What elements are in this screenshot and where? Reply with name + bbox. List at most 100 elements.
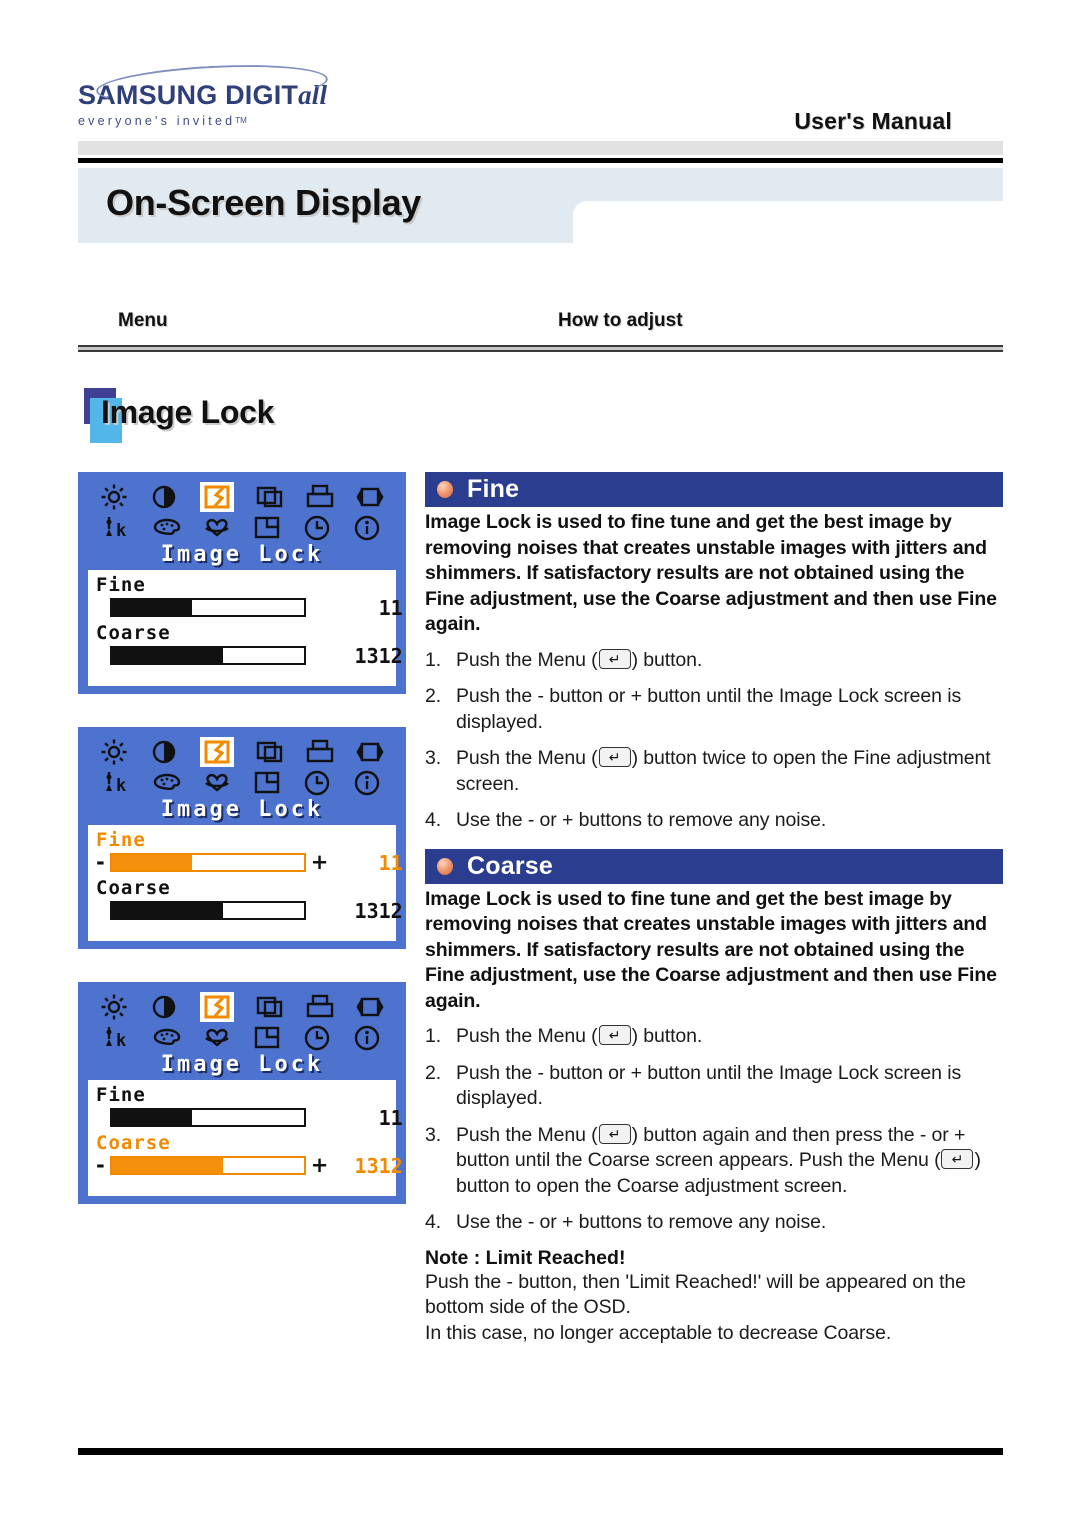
position-icon[interactable]: [256, 738, 284, 766]
osd-screenshot-image-lock-coarse-selected: kImage LockFine-+11Coarse-+1312: [78, 982, 406, 1204]
osd-icon-grid: k: [88, 990, 396, 1053]
step-number: 1.: [425, 648, 442, 671]
osd-timer-icon[interactable]: [303, 1024, 331, 1052]
bullet-sphere-icon: [437, 857, 453, 875]
step-text-b: ) button.: [631, 1025, 703, 1047]
osd-menu-title: Image Lock: [160, 542, 324, 567]
osd-slider-fill: [111, 903, 224, 919]
image-lock-icon[interactable]: [200, 737, 234, 767]
contrast-icon[interactable]: [150, 738, 178, 766]
users-manual-label: User's Manual: [794, 108, 952, 134]
source-icon[interactable]: [356, 483, 384, 511]
section-description-coarse: Image Lock is used to fine tune and get …: [425, 887, 997, 1012]
brightness-icon[interactable]: [100, 483, 128, 511]
bullet-sphere-icon: [437, 481, 453, 498]
section-heading: Coarse: [467, 851, 553, 880]
color-temperature-icon[interactable]: k: [103, 769, 131, 797]
reset-icon[interactable]: [306, 483, 334, 511]
section-header-coarse: Coarse: [425, 848, 1003, 884]
osd-slider-track[interactable]: [109, 853, 306, 873]
osd-row-label: Coarse: [96, 1131, 171, 1154]
step-number: 2.: [425, 1061, 442, 1084]
osd-icon-row-1: [100, 737, 384, 767]
osd-row-label: Fine: [96, 1084, 146, 1106]
osd-slider-line: - +1312: [96, 1155, 403, 1177]
osd-row-coarse[interactable]: Coarse- +1312: [96, 623, 403, 667]
menu-position-icon[interactable]: [253, 514, 281, 542]
image-lock-icon[interactable]: [200, 482, 234, 512]
contrast-icon[interactable]: [150, 483, 178, 511]
step-item: 2. Push the - button or + button until th…: [425, 684, 1003, 735]
osd-plus-button[interactable]: +: [311, 852, 329, 873]
reset-icon[interactable]: [306, 738, 334, 766]
osd-slider-line: - +1312: [96, 645, 403, 667]
title-band-notch: [573, 201, 595, 223]
source-icon[interactable]: [356, 993, 384, 1021]
brightness-icon[interactable]: [100, 993, 128, 1021]
osd-plus-button[interactable]: +: [311, 1155, 329, 1176]
osd-slider-track[interactable]: [109, 901, 306, 921]
color-palette-icon[interactable]: [153, 514, 181, 542]
osd-slider-line: - +11: [96, 852, 403, 874]
information-icon[interactable]: [353, 769, 381, 797]
position-icon[interactable]: [256, 993, 284, 1021]
step-item: 4. Use the - or + buttons to remove any n…: [425, 1210, 1003, 1236]
osd-row-coarse[interactable]: Coarse- +1312: [96, 1131, 403, 1177]
osd-value-panel: Fine-+11Coarse-+1312: [88, 825, 403, 941]
color-temperature-icon[interactable]: k: [103, 514, 131, 542]
step-text-a: Push the - button or + button until the …: [456, 685, 962, 733]
position-icon[interactable]: [256, 483, 284, 511]
image-lock-icon[interactable]: [200, 992, 234, 1022]
color-temperature-icon[interactable]: k: [103, 1024, 131, 1052]
osd-icon-row-2: k: [103, 513, 381, 543]
color-palette-icon[interactable]: [153, 1024, 181, 1052]
step-text-a: Push the Menu (: [456, 747, 598, 769]
menu-button-icon: [941, 1149, 974, 1169]
menu-button-icon: [598, 648, 631, 669]
osd-plus-button: +: [311, 645, 324, 666]
osd-screenshot-image-lock-fine-selected: kImage LockFine-+11Coarse-+1312: [78, 727, 406, 949]
reset-icon[interactable]: [306, 993, 334, 1021]
menu-position-icon[interactable]: [253, 1024, 281, 1052]
osd-value: 1312: [354, 898, 403, 923]
osd-row-label: Coarse: [96, 876, 171, 899]
footer-rule: [78, 1448, 1003, 1455]
steps-list-coarse: 1. Push the Menu () button. 2. Push the - b…: [425, 1024, 1003, 1236]
logo-tagline: everyone's invitedTM: [78, 114, 378, 128]
osd-slider-track[interactable]: [109, 646, 306, 666]
color-tone-icon[interactable]: [203, 769, 231, 797]
osd-value: 1312: [354, 643, 403, 668]
svg-text:k: k: [116, 1031, 126, 1051]
osd-slider-track[interactable]: [109, 1108, 306, 1128]
color-tone-icon[interactable]: [203, 514, 231, 542]
osd-row-fine[interactable]: Fine- +11: [96, 1084, 403, 1129]
color-tone-icon[interactable]: [203, 1024, 231, 1052]
logo-tagline-text: everyone's invited: [78, 114, 236, 128]
step-text-a: Push the Menu (: [456, 1025, 598, 1047]
section-description-fine: Image Lock is used to fine tune and get …: [425, 511, 997, 635]
osd-slider-track[interactable]: [109, 1156, 306, 1176]
osd-row-fine[interactable]: Fine- +11: [96, 575, 403, 619]
step-text-b: ) button.: [631, 648, 703, 671]
menu-position-icon[interactable]: [253, 769, 281, 797]
step-number: 4.: [425, 1211, 442, 1233]
brightness-icon[interactable]: [100, 738, 128, 766]
osd-slider-track[interactable]: [109, 598, 306, 618]
osd-minus-button[interactable]: -: [96, 852, 105, 873]
osd-slider-fill: [111, 648, 224, 664]
osd-icon-grid: k: [88, 480, 396, 543]
osd-plus-button: +: [311, 1107, 324, 1128]
color-palette-icon[interactable]: [153, 769, 181, 797]
information-icon[interactable]: [353, 514, 381, 542]
source-icon[interactable]: [356, 738, 384, 766]
osd-timer-icon[interactable]: [303, 514, 331, 542]
step-number: 2.: [425, 685, 442, 707]
osd-timer-icon[interactable]: [303, 769, 331, 797]
osd-screenshot-image-lock-overview: k Image Lock Fine-+11Coarse-+1312: [78, 472, 406, 694]
information-icon[interactable]: [353, 1024, 381, 1052]
osd-row-fine[interactable]: Fine- +11: [96, 830, 403, 874]
osd-row-coarse[interactable]: Coarse- +1312: [96, 876, 403, 922]
menu-button-icon: [598, 1025, 631, 1045]
contrast-icon[interactable]: [150, 993, 178, 1021]
osd-minus-button[interactable]: -: [96, 1155, 105, 1176]
